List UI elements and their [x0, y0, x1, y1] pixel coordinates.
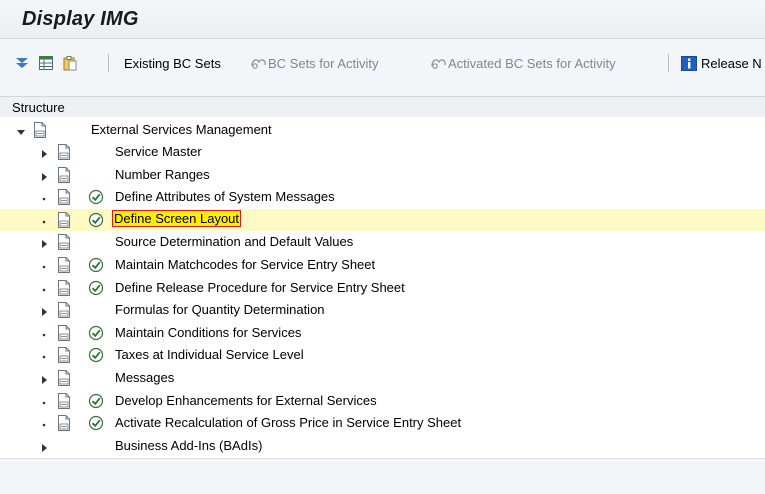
- bullet-icon: [40, 283, 48, 293]
- tree-row[interactable]: Business Add-Ins (BAdIs): [0, 435, 765, 457]
- document-icon: [57, 324, 71, 341]
- tree-item-label: Define Screen Layout: [111, 209, 242, 227]
- tree-row[interactable]: Formulas for Quantity Determination: [0, 299, 765, 321]
- bullet-icon: [40, 396, 48, 406]
- document-icon: [57, 302, 71, 319]
- tree-item-label: Formulas for Quantity Determination: [115, 302, 325, 318]
- toolbar: Existing BC Sets BC Sets for Activity Ac…: [0, 39, 765, 85]
- tree-item-label: Number Ranges: [115, 166, 210, 182]
- tree-item-label: Messages: [115, 370, 175, 385]
- release-notes-button[interactable]: Release N: [681, 54, 762, 72]
- table-settings-icon[interactable]: [38, 54, 54, 72]
- activated-bc-sets-label: Activated BC Sets for Activity: [448, 55, 616, 71]
- chevron-right-icon[interactable]: [40, 373, 48, 384]
- page-title: Display IMG: [22, 8, 139, 30]
- document-icon: [57, 415, 71, 432]
- execute-activity-icon[interactable]: [88, 280, 104, 296]
- execute-activity-icon[interactable]: [88, 212, 104, 228]
- tree-item-label: Develop Enhancements for External Servic…: [115, 392, 377, 408]
- toolbar-separator: [108, 54, 109, 72]
- document-icon: [57, 370, 71, 386]
- expand-filter-icon[interactable]: [14, 54, 30, 72]
- chevron-right-icon[interactable]: [40, 237, 48, 249]
- tree-row[interactable]: Maintain Conditions for Services: [0, 322, 765, 344]
- bc-set-icon: [430, 56, 448, 70]
- activated-bc-sets-button[interactable]: Activated BC Sets for Activity: [430, 54, 616, 72]
- document-icon: [57, 166, 71, 183]
- tree-row[interactable]: Develop Enhancements for External Servic…: [0, 390, 765, 412]
- toolbar-separator: [668, 54, 669, 72]
- chevron-right-icon[interactable]: [40, 147, 48, 158]
- existing-bc-sets-label: Existing BC Sets: [124, 55, 221, 71]
- bullet-icon: [40, 350, 48, 360]
- document-icon: [57, 144, 71, 160]
- tree-row[interactable]: Define Release Procedure for Service Ent…: [0, 277, 765, 299]
- chevron-down-icon[interactable]: [17, 125, 25, 135]
- document-icon: [57, 392, 71, 409]
- tree-row[interactable]: Service Master: [0, 141, 765, 163]
- img-structure-tree: External Services Management Service Mas…: [0, 117, 765, 459]
- tree-item-label: Define Release Procedure for Service Ent…: [115, 279, 405, 295]
- document-icon: [57, 189, 71, 206]
- execute-activity-icon[interactable]: [88, 257, 104, 273]
- info-icon: [681, 55, 698, 71]
- tree-item-label: Source Determination and Default Values: [115, 234, 354, 250]
- chevron-right-icon[interactable]: [40, 170, 48, 181]
- bullet-icon: [40, 328, 48, 338]
- chevron-right-icon[interactable]: [40, 441, 48, 452]
- document-icon: [57, 211, 71, 228]
- chevron-right-icon[interactable]: [40, 305, 48, 317]
- release-notes-label: Release N: [701, 55, 762, 71]
- bullet-icon: [40, 260, 48, 270]
- bc-set-icon: [250, 56, 268, 70]
- execute-activity-icon[interactable]: [88, 347, 104, 363]
- execute-activity-icon[interactable]: [88, 189, 104, 205]
- title-bar: Display IMG: [0, 0, 765, 39]
- tree-item-label: Maintain Matchcodes for Service Entry Sh…: [115, 257, 376, 272]
- execute-activity-icon[interactable]: [88, 415, 104, 431]
- tree-row[interactable]: Activate Recalculation of Gross Price in…: [0, 412, 765, 434]
- bc-sets-for-activity-button[interactable]: BC Sets for Activity: [250, 54, 379, 72]
- document-icon: [57, 279, 71, 296]
- tree-item-label: Maintain Conditions for Services: [115, 324, 302, 340]
- tree-row[interactable]: Source Determination and Default Values: [0, 231, 765, 253]
- bullet-icon: [40, 215, 48, 225]
- document-icon: [57, 257, 71, 273]
- tree-root-label: External Services Management: [91, 122, 272, 137]
- tree-item-label: Service Master: [115, 144, 202, 159]
- document-icon: [57, 234, 71, 251]
- bc-sets-for-activity-label: BC Sets for Activity: [268, 55, 379, 71]
- document-icon: [33, 122, 47, 138]
- document-icon: [57, 347, 71, 364]
- tree-row[interactable]: Number Ranges: [0, 164, 765, 186]
- tree-item-label: Taxes at Individual Service Level: [115, 347, 304, 363]
- tree-item-label: Business Add-Ins (BAdIs): [115, 437, 263, 453]
- tree-row[interactable]: Define Screen Layout: [0, 208, 765, 231]
- tree-row[interactable]: Messages: [0, 367, 765, 389]
- structure-header: Structure: [0, 96, 765, 117]
- bullet-icon: [40, 192, 48, 202]
- tree-root-row[interactable]: External Services Management: [0, 119, 765, 141]
- tree-row[interactable]: Define Attributes of System Messages: [0, 186, 765, 208]
- structure-header-label: Structure: [12, 100, 65, 115]
- clipboard-icon[interactable]: [62, 54, 78, 72]
- bullet-icon: [40, 418, 48, 428]
- existing-bc-sets-button[interactable]: Existing BC Sets: [124, 54, 221, 72]
- execute-activity-icon[interactable]: [88, 325, 104, 341]
- tree-item-label: Define Attributes of System Messages: [115, 189, 335, 205]
- tree-row[interactable]: Maintain Matchcodes for Service Entry Sh…: [0, 254, 765, 276]
- tree-row[interactable]: Taxes at Individual Service Level: [0, 344, 765, 366]
- tree-item-label: Activate Recalculation of Gross Price in…: [115, 415, 462, 431]
- execute-activity-icon[interactable]: [88, 393, 104, 409]
